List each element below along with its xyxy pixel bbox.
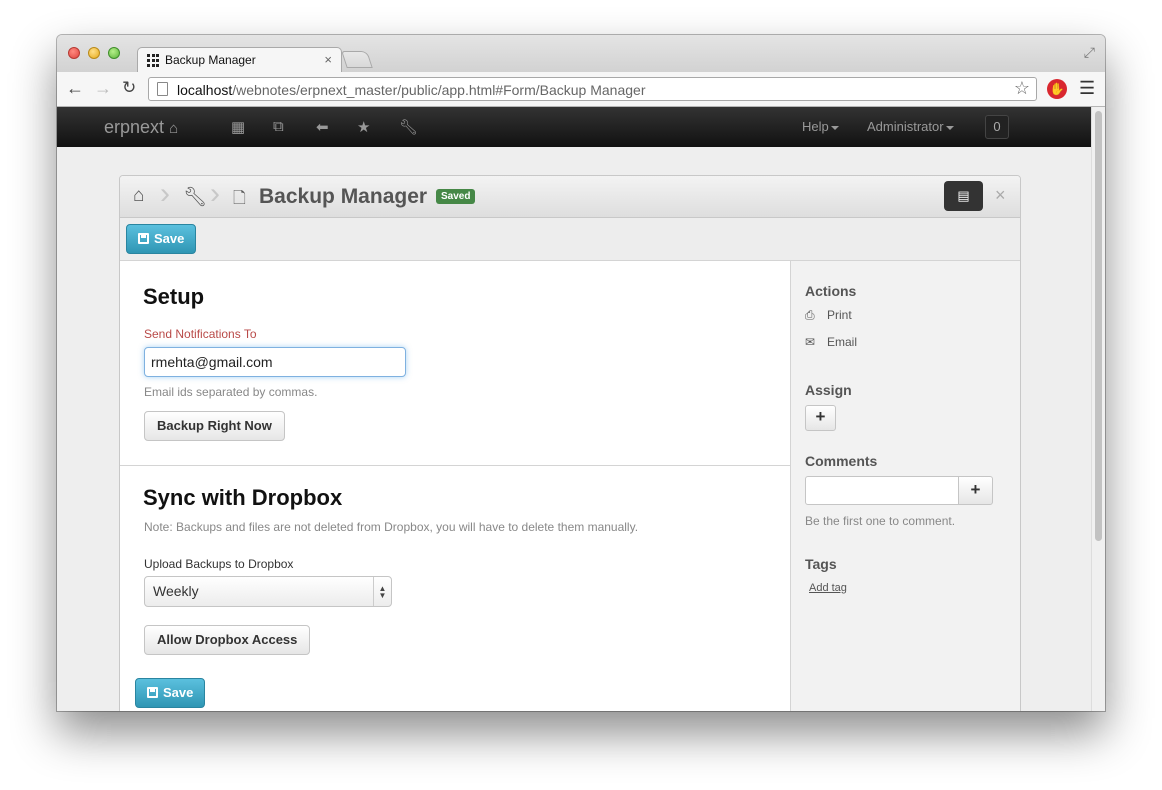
form-body: Setup Send Notifications To Email ids se… — [120, 261, 790, 711]
file-icon: ▤ — [957, 188, 970, 203]
tab-close-icon[interactable]: × — [324, 52, 332, 67]
home-icon[interactable]: ⌂ — [133, 185, 144, 207]
help-menu[interactable]: Help — [802, 119, 839, 134]
add-comment-button[interactable]: + — [958, 476, 993, 505]
new-document-icon[interactable]: ⧉ — [273, 118, 284, 135]
notify-label: Send Notifications To — [144, 327, 257, 341]
wrench-icon[interactable]: 🔧︎ — [183, 185, 207, 209]
page-viewport: erpnext ⌂ ▦ ⧉ ⬅ ★ 🔧︎ Help Administrator … — [57, 107, 1091, 711]
form-panel: ⌂ › 🔧︎ › 🗋︎ Backup Manager Saved ▤ × Sav… — [119, 175, 1021, 711]
browser-tabstrip: Backup Manager × ⤢ — [57, 35, 1105, 72]
notification-count[interactable]: 0 — [985, 115, 1009, 139]
fullscreen-icon[interactable]: ⤢ — [1084, 44, 1095, 61]
actions-heading: Actions — [805, 283, 857, 299]
window-minimize-button[interactable] — [88, 47, 100, 59]
browser-toolbar: ← → ↻ localhost/webnotes/erpnext_master/… — [57, 72, 1105, 107]
envelope-icon: ✉ — [805, 335, 816, 349]
form-toolbar: Save — [120, 218, 1020, 261]
email-action[interactable]: ✉ Email — [805, 335, 857, 349]
form-sidebar: Actions ⎙ Print ✉ Email Assign + Comments … — [790, 261, 1020, 711]
dropbox-note: Note: Backups and files are not deleted … — [144, 520, 639, 534]
window-zoom-button[interactable] — [108, 47, 120, 59]
breadcrumb-chevron-icon: › — [210, 177, 220, 210]
brand-logo[interactable]: erpnext ⌂ — [104, 117, 178, 138]
tab-title: Backup Manager — [165, 53, 256, 67]
backup-right-now-button[interactable]: Backup Right Now — [144, 411, 285, 441]
save-button[interactable]: Save — [126, 224, 197, 254]
select-arrows-icon: ▲ ▼ — [373, 577, 391, 606]
comments-help-text: Be the first one to comment. — [805, 514, 956, 528]
extension-menu-icon[interactable]: ☰ — [1079, 78, 1095, 99]
page-title: Backup Manager — [259, 185, 428, 208]
adblock-extension-icon[interactable]: ✋ — [1047, 79, 1067, 99]
add-tag-link[interactable]: Add tag — [809, 582, 847, 594]
floppy-disk-icon — [138, 233, 149, 244]
chevron-down-icon — [830, 125, 839, 130]
forward-arrow-icon[interactable]: → — [94, 78, 112, 99]
floppy-disk-icon — [147, 687, 158, 698]
user-menu[interactable]: Administrator — [867, 119, 954, 134]
home-icon: ⌂ — [169, 120, 179, 137]
upload-frequency-select[interactable]: Weekly ▲ ▼ — [144, 576, 392, 607]
add-assignment-button[interactable]: + — [805, 405, 836, 431]
url-text: localhost/webnotes/erpnext_master/public… — [177, 82, 646, 98]
tags-heading: Tags — [805, 556, 837, 572]
assign-heading: Assign — [805, 382, 852, 398]
breadcrumb-chevron-icon: › — [160, 177, 170, 210]
bookmark-star-icon[interactable]: ☆ — [1014, 78, 1030, 99]
comment-input[interactable] — [805, 476, 959, 505]
scrollbar-thumb[interactable] — [1095, 111, 1102, 541]
allow-dropbox-access-button[interactable]: Allow Dropbox Access — [144, 625, 311, 655]
app-navbar: erpnext ⌂ ▦ ⧉ ⬅ ★ 🔧︎ Help Administrator … — [57, 107, 1091, 147]
reload-icon[interactable]: ↻ — [122, 78, 136, 98]
browser-tab-active[interactable]: Backup Manager × — [137, 47, 342, 72]
notify-email-input[interactable] — [144, 347, 406, 377]
section-heading-dropbox: Sync with Dropbox — [143, 485, 343, 510]
window-close-button[interactable] — [68, 47, 80, 59]
browser-window: Backup Manager × ⤢ ← → ↻ localhost/webno… — [57, 35, 1105, 711]
section-heading-setup: Setup — [143, 284, 205, 309]
section-divider — [120, 465, 790, 466]
print-action[interactable]: ⎙ Print — [805, 308, 852, 323]
starred-icon[interactable]: ★ — [357, 118, 370, 136]
modules-grid-icon[interactable]: ▦ — [231, 118, 245, 136]
chevron-down-icon — [945, 125, 954, 130]
close-form-icon[interactable]: × — [995, 185, 1006, 206]
printer-icon: ⎙ — [805, 308, 815, 322]
page-icon — [157, 82, 168, 96]
notify-help-text: Email ids separated by commas. — [144, 385, 318, 399]
back-icon[interactable]: ⬅ — [316, 118, 329, 136]
document-icon: 🗋︎ — [233, 190, 246, 207]
comments-heading: Comments — [805, 453, 878, 469]
upload-frequency-value: Weekly — [153, 583, 199, 599]
page-scrollbar[interactable] — [1091, 107, 1105, 711]
address-bar[interactable]: localhost/webnotes/erpnext_master/public… — [148, 77, 1037, 101]
status-badge: Saved — [436, 189, 476, 204]
new-tab-button[interactable] — [341, 51, 373, 68]
app-grid-icon — [147, 54, 160, 67]
upload-frequency-label: Upload Backups to Dropbox — [144, 557, 294, 571]
back-arrow-icon[interactable]: ← — [66, 78, 84, 99]
tools-wrench-icon[interactable]: 🔧︎ — [399, 118, 418, 136]
form-header: ⌂ › 🔧︎ › 🗋︎ Backup Manager Saved ▤ × — [120, 176, 1020, 218]
save-button-bottom[interactable]: Save — [135, 678, 206, 708]
document-menu-button[interactable]: ▤ — [944, 181, 983, 211]
